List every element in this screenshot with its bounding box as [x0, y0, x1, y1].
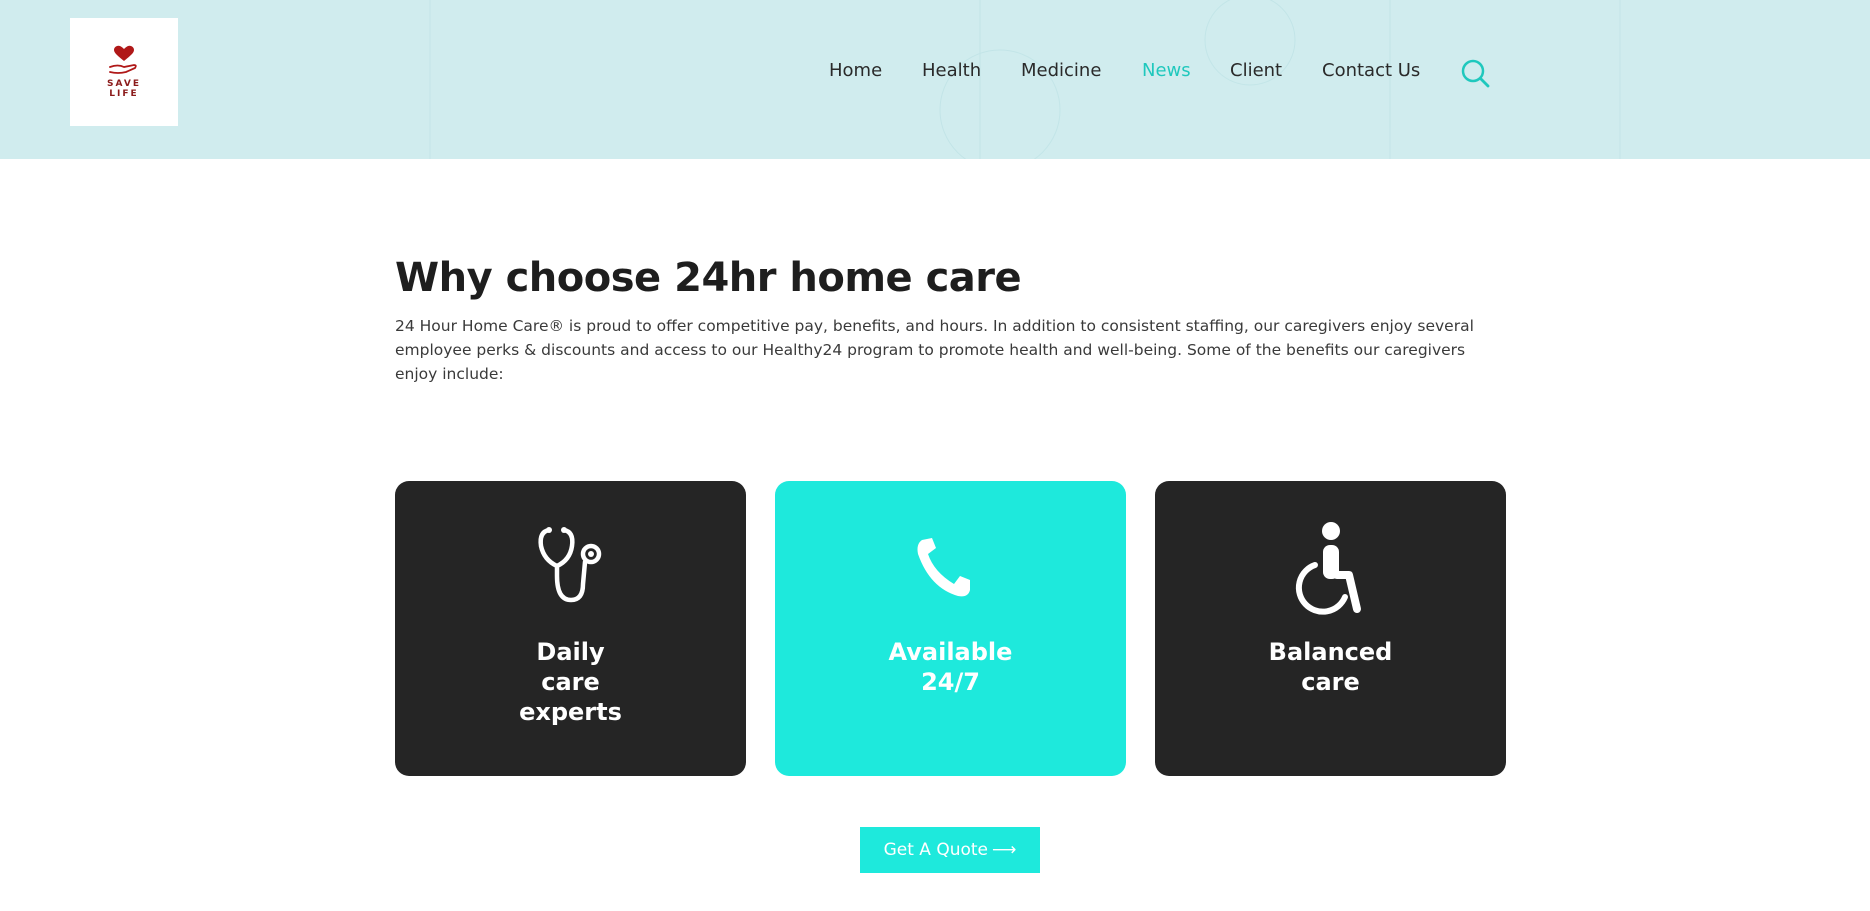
feature-card-balanced-care: Balanced care	[1155, 481, 1506, 776]
card-title-line: 24/7	[921, 668, 980, 696]
nav-item-client[interactable]: Client	[1230, 58, 1282, 84]
logo-text-line2: LIFE	[109, 89, 139, 99]
search-button[interactable]	[1460, 58, 1490, 88]
intro-paragraph: 24 Hour Home Care® is proud to offer com…	[395, 317, 1474, 383]
arrow-right-icon: ⟶	[992, 840, 1017, 860]
card-title-line: care	[1301, 668, 1360, 696]
wheelchair-icon	[1295, 522, 1361, 615]
heart-hand-logo-icon	[109, 45, 137, 74]
card-title-line: Daily	[536, 638, 605, 666]
nav-item-contact-us[interactable]: Contact Us	[1322, 58, 1420, 84]
card-title-line: Available	[888, 638, 1013, 666]
nav-item-health[interactable]: Health	[922, 58, 981, 84]
card-title-available: Available 24/7	[775, 637, 1126, 697]
get-a-quote-label: Get A Quote	[883, 840, 989, 860]
nav-item-medicine[interactable]: Medicine	[1021, 58, 1101, 84]
site-logo[interactable]: SAVE LIFE	[70, 18, 178, 126]
nav-item-news[interactable]: News	[1142, 58, 1191, 84]
feature-card-available-247: Available 24/7	[775, 481, 1126, 776]
card-title-line: Balanced	[1268, 638, 1393, 666]
search-icon	[1461, 59, 1490, 88]
feature-card-daily-care: Daily care experts	[395, 481, 746, 776]
card-title-daily-care: Daily care experts	[395, 637, 746, 727]
stethoscope-icon	[537, 527, 601, 603]
get-a-quote-button[interactable]: Get A Quote ⟶	[860, 827, 1040, 873]
page-title: Why choose 24hr home care	[395, 255, 1022, 301]
logo-text-line1: SAVE	[107, 79, 141, 89]
nav-item-home[interactable]: Home	[829, 58, 882, 84]
card-title-line: care	[541, 668, 600, 696]
phone-icon	[917, 538, 970, 597]
card-title-line: experts	[519, 698, 622, 726]
why-choose-section: Why choose 24hr home care 24 Hour Home C…	[395, 250, 1505, 386]
card-title-balanced: Balanced care	[1155, 637, 1506, 697]
site-header: SAVE LIFE Home Health Medicine News Clie…	[0, 0, 1870, 159]
